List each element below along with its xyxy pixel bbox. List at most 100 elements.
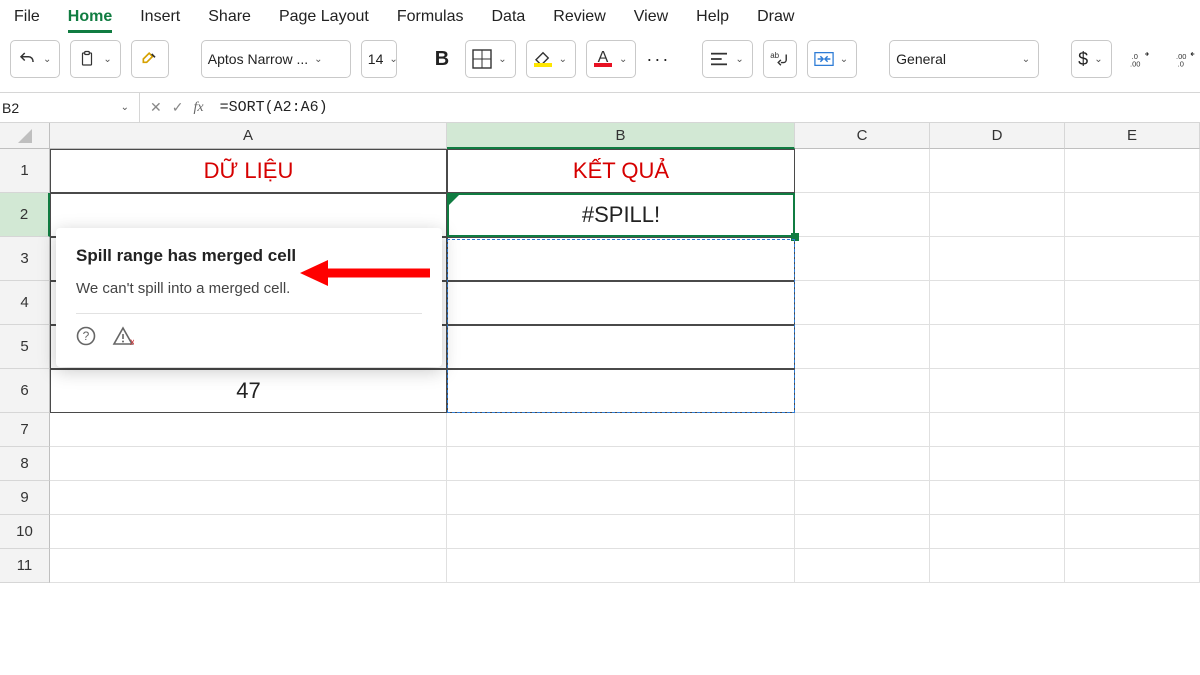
cell-e7[interactable] xyxy=(1065,413,1200,447)
clipboard-icon[interactable] xyxy=(77,49,97,69)
cell-b10[interactable] xyxy=(447,515,795,549)
cell-a1[interactable]: DỮ LIỆU xyxy=(50,149,447,193)
increase-decimal-button[interactable]: .0.00 xyxy=(1122,40,1158,78)
cell-c10[interactable] xyxy=(795,515,930,549)
cell-d3[interactable] xyxy=(930,237,1065,281)
help-icon[interactable]: ? xyxy=(76,326,96,351)
cell-a11[interactable] xyxy=(50,549,447,583)
cell-c8[interactable] xyxy=(795,447,930,481)
cell-d5[interactable] xyxy=(930,325,1065,369)
font-name-select[interactable]: Aptos Narrow ... ⌄ xyxy=(201,40,351,78)
cell-d6[interactable] xyxy=(930,369,1065,413)
cell-c6[interactable] xyxy=(795,369,930,413)
cell-d2[interactable] xyxy=(930,193,1065,237)
cell-b9[interactable] xyxy=(447,481,795,515)
number-format-select[interactable]: General ⌄ xyxy=(889,40,1039,78)
menu-review[interactable]: Review xyxy=(553,8,605,26)
row-header-7[interactable]: 7 xyxy=(0,413,50,447)
cell-e4[interactable] xyxy=(1065,281,1200,325)
cell-e5[interactable] xyxy=(1065,325,1200,369)
col-header-d[interactable]: D xyxy=(930,123,1065,149)
font-color-button[interactable]: A ⌄ xyxy=(586,40,636,78)
merge-button[interactable]: ⌄ xyxy=(807,40,857,78)
cell-c7[interactable] xyxy=(795,413,930,447)
cell-b4[interactable] xyxy=(447,281,795,325)
cell-e2[interactable] xyxy=(1065,193,1200,237)
cell-b5[interactable] xyxy=(447,325,795,369)
menu-insert[interactable]: Insert xyxy=(140,8,180,26)
cell-a7[interactable] xyxy=(50,413,447,447)
fx-icon[interactable]: fx xyxy=(193,100,209,116)
menu-file[interactable]: File xyxy=(14,8,40,26)
cell-c1[interactable] xyxy=(795,149,930,193)
cell-c2[interactable] xyxy=(795,193,930,237)
menu-data[interactable]: Data xyxy=(492,8,526,26)
cell-b3[interactable] xyxy=(447,237,795,281)
menu-share[interactable]: Share xyxy=(208,8,251,26)
cell-b6[interactable] xyxy=(447,369,795,413)
menu-home[interactable]: Home xyxy=(68,8,112,26)
undo-dropdown[interactable]: ⌄ xyxy=(41,54,53,65)
formula-input[interactable]: =SORT(A2:A6) xyxy=(220,99,328,116)
cell-a6[interactable]: 47 xyxy=(50,369,447,413)
col-header-c[interactable]: C xyxy=(795,123,930,149)
more-formatting-button[interactable]: ··· xyxy=(646,49,670,70)
row-header-10[interactable]: 10 xyxy=(0,515,50,549)
cell-c4[interactable] xyxy=(795,281,930,325)
menu-formulas[interactable]: Formulas xyxy=(397,8,464,26)
align-button[interactable]: ⌄ xyxy=(702,40,752,78)
row-header-2[interactable]: 2 xyxy=(0,193,50,237)
menu-draw[interactable]: Draw xyxy=(757,8,794,26)
row-header-11[interactable]: 11 xyxy=(0,549,50,583)
cell-d9[interactable] xyxy=(930,481,1065,515)
undo-icon[interactable] xyxy=(17,49,37,69)
cell-c9[interactable] xyxy=(795,481,930,515)
borders-button[interactable]: ⌄ xyxy=(465,40,515,78)
cell-d7[interactable] xyxy=(930,413,1065,447)
col-header-e[interactable]: E xyxy=(1065,123,1200,149)
cell-a8[interactable] xyxy=(50,447,447,481)
row-header-1[interactable]: 1 xyxy=(0,149,50,193)
cell-e6[interactable] xyxy=(1065,369,1200,413)
fill-color-button[interactable]: ⌄ xyxy=(526,40,576,78)
cell-e3[interactable] xyxy=(1065,237,1200,281)
cell-d8[interactable] xyxy=(930,447,1065,481)
cancel-formula-button[interactable]: ✕ xyxy=(150,99,162,116)
cell-b8[interactable] xyxy=(447,447,795,481)
cell-d1[interactable] xyxy=(930,149,1065,193)
row-header-5[interactable]: 5 xyxy=(0,325,50,369)
cell-e8[interactable] xyxy=(1065,447,1200,481)
cell-b1[interactable]: KẾT QUẢ xyxy=(447,149,795,193)
cell-e11[interactable] xyxy=(1065,549,1200,583)
cell-b2[interactable]: #SPILL! xyxy=(447,193,795,237)
cell-a10[interactable] xyxy=(50,515,447,549)
format-painter-button[interactable] xyxy=(131,40,169,78)
menu-view[interactable]: View xyxy=(634,8,668,26)
bold-button[interactable]: B xyxy=(429,40,455,78)
row-header-9[interactable]: 9 xyxy=(0,481,50,515)
menu-pagelayout[interactable]: Page Layout xyxy=(279,8,369,26)
wrap-text-button[interactable]: ab xyxy=(763,40,797,78)
col-header-a[interactable]: A xyxy=(50,123,447,149)
cell-d10[interactable] xyxy=(930,515,1065,549)
cell-e1[interactable] xyxy=(1065,149,1200,193)
cell-a9[interactable] xyxy=(50,481,447,515)
row-header-3[interactable]: 3 xyxy=(0,237,50,281)
cell-c3[interactable] xyxy=(795,237,930,281)
error-check-icon[interactable]: x xyxy=(112,326,134,351)
cell-b7[interactable] xyxy=(447,413,795,447)
col-header-b[interactable]: B xyxy=(447,123,795,149)
paste-dropdown[interactable]: ⌄ xyxy=(101,54,113,65)
font-size-select[interactable]: 14 ⌄ xyxy=(361,40,397,78)
cell-c5[interactable] xyxy=(795,325,930,369)
cell-d4[interactable] xyxy=(930,281,1065,325)
select-all-corner[interactable] xyxy=(0,123,50,149)
cell-b11[interactable] xyxy=(447,549,795,583)
row-header-6[interactable]: 6 xyxy=(0,369,50,413)
accept-formula-button[interactable]: ✓ xyxy=(172,99,184,116)
cell-e10[interactable] xyxy=(1065,515,1200,549)
cell-c11[interactable] xyxy=(795,549,930,583)
row-header-8[interactable]: 8 xyxy=(0,447,50,481)
cell-d11[interactable] xyxy=(930,549,1065,583)
selection-handle[interactable] xyxy=(791,233,799,241)
